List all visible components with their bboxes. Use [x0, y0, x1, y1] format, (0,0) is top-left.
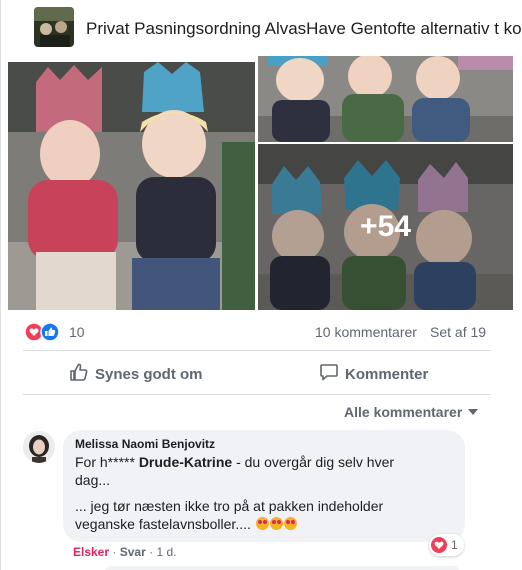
comment-reaction-badge[interactable]: 1: [429, 534, 464, 556]
comment-love-link[interactable]: Elsker: [73, 545, 109, 559]
seen-count[interactable]: Set af 19: [430, 324, 486, 340]
caret-down-icon: [468, 409, 479, 415]
reaction-icons[interactable]: [24, 322, 65, 342]
comment-text-line: dag...: [75, 472, 111, 488]
photo-top-right[interactable]: [258, 56, 513, 142]
comment-reaction-count: 1: [451, 538, 458, 552]
next-comment-bubble: [105, 566, 459, 570]
post-actions: Synes godt om Kommenter: [1, 356, 522, 392]
comment-icon: [319, 362, 345, 386]
more-photos-count[interactable]: +54: [258, 144, 513, 310]
comment-reply-link[interactable]: Svar: [120, 545, 146, 559]
comment-text: veganske fastelavnsboller....: [75, 516, 251, 532]
comment-button[interactable]: Kommenter: [319, 356, 428, 392]
comment-bubble: Melissa Naomi Benjovitz For h***** Drude…: [63, 430, 465, 542]
comment-author-avatar[interactable]: [23, 431, 55, 463]
comment-text: - du overgår dig selv hver: [236, 454, 395, 470]
comment-meta: Elsker · Svar · 1 d.: [73, 545, 176, 559]
post-header: Privat Pasningsordning AlvasHave Gentoft…: [1, 0, 522, 56]
comment-mention[interactable]: Drude-Katrine: [139, 454, 232, 470]
divider: [23, 394, 491, 395]
heart-eyes-emoji-icon: [255, 517, 269, 530]
like-button-label: Synes godt om: [95, 365, 203, 383]
comment-text-line: For h***** Drude-Katrine - du overgår di…: [75, 453, 453, 471]
meta-separator: ·: [112, 545, 120, 559]
comment-text: For h*****: [75, 454, 135, 470]
photo-main[interactable]: [8, 62, 255, 310]
comment-author-name[interactable]: Melissa Naomi Benjovitz: [75, 437, 453, 451]
comment-button-label: Kommenter: [345, 365, 429, 383]
comments-count[interactable]: 10 kommentarer: [315, 324, 417, 340]
comments-sort-dropdown[interactable]: Alle kommentarer: [344, 404, 479, 420]
group-thumbnail[interactable]: [34, 7, 74, 47]
group-title-link[interactable]: Privat Pasningsordning AlvasHave Gentoft…: [86, 19, 522, 39]
reactions-count[interactable]: 10: [69, 324, 85, 340]
heart-eyes-emoji-icon: [283, 517, 297, 530]
facebook-post: Privat Pasningsordning AlvasHave Gentoft…: [0, 0, 522, 570]
heart-icon: [431, 537, 447, 553]
divider: [23, 350, 491, 351]
like-icon: [40, 322, 60, 342]
comment-timestamp[interactable]: 1 d.: [156, 545, 176, 559]
comment-text-line: ... jeg tør næsten ikke tro på at pakken…: [75, 498, 384, 514]
photo-bottom-right[interactable]: +54: [258, 144, 513, 310]
comment-text-line: veganske fastelavnsboller....: [75, 515, 453, 533]
comments-sort-label: Alle kommentarer: [344, 404, 463, 420]
heart-eyes-emoji-icon: [269, 517, 283, 530]
post-stats: 10 10 kommentarer Set af 19: [1, 318, 522, 346]
photo-grid: +54: [8, 56, 522, 310]
thumbs-up-icon: [69, 362, 95, 386]
like-button[interactable]: Synes godt om: [69, 356, 203, 392]
